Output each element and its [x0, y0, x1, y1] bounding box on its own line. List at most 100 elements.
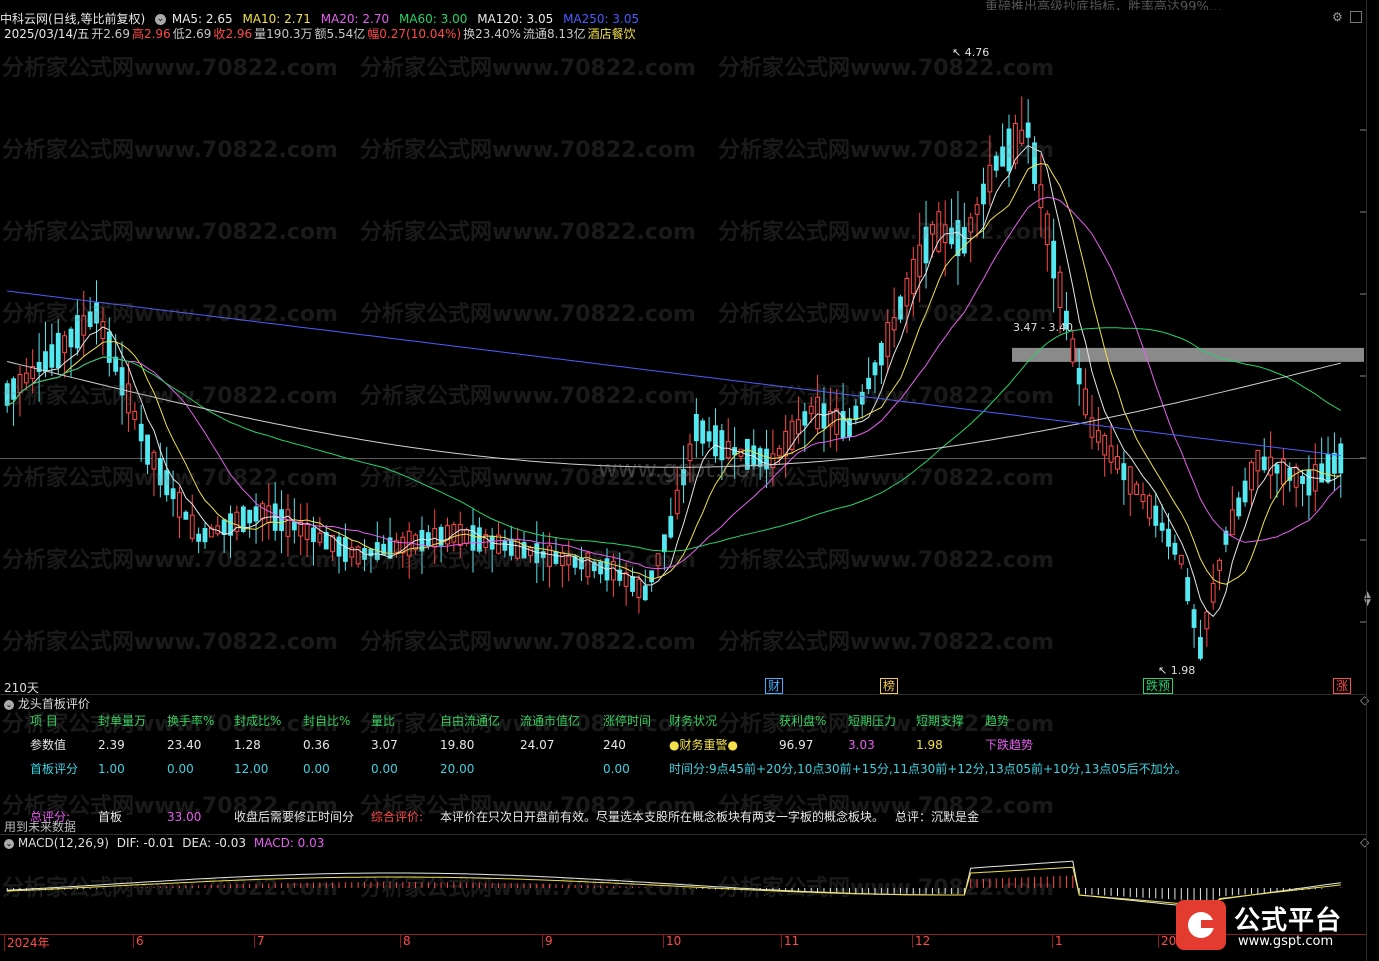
- change-label: 幅: [367, 27, 380, 41]
- macd-title: MACD(12,26,9): [17, 836, 109, 850]
- open-value: 2.69: [103, 27, 130, 41]
- high-label: 高: [131, 27, 144, 41]
- indicator-total-row: 总评分: 首板 33.00 收盘后需要修正时间分 综合评价: 本评价在只次日开盘…: [0, 808, 1366, 826]
- time-axis-label: 2024年: [4, 934, 50, 951]
- ma120-label: MA120: 3.05: [477, 12, 554, 26]
- score-label: 首板评分: [30, 762, 79, 776]
- candle: [1204, 610, 1210, 647]
- candle: [1210, 563, 1216, 610]
- indicator-header-cell: 流通市值亿: [520, 714, 581, 728]
- turnover-value: 23.40%: [475, 27, 521, 41]
- values-label: 参数值: [30, 738, 67, 752]
- right-axis: [1366, 0, 1367, 961]
- candle: [668, 497, 674, 540]
- turnover-label: 换: [463, 27, 476, 41]
- candle: [1255, 449, 1261, 488]
- watermark-text: 分析家公式网www.70822.com: [718, 138, 1054, 163]
- candle: [349, 539, 355, 567]
- indicator-header-cell: 财务状况: [669, 714, 718, 728]
- indicator-value-cell: 19.80: [440, 738, 475, 752]
- candle: [725, 418, 731, 461]
- indicator-value-cell: 2.39: [98, 738, 125, 752]
- indicator-value-cell: 0.36: [303, 738, 330, 752]
- candle: [138, 404, 144, 462]
- dropdown-icon[interactable]: ⌄: [155, 14, 167, 25]
- candle: [1172, 534, 1178, 561]
- candle: [1319, 437, 1325, 483]
- indicator-score-cell: 1.00: [98, 762, 125, 776]
- indicator-score-cell: 0.00: [303, 762, 330, 776]
- watermark-text: 分析家公式网www.70822.com: [360, 630, 696, 655]
- candle: [1089, 395, 1095, 450]
- candle: [1306, 455, 1312, 520]
- indicator-value-cell: 3.03: [848, 738, 875, 752]
- event-tag-list[interactable]: 榜: [880, 678, 899, 694]
- watermark-text: 分析家公式网www.70822.com: [2, 220, 338, 245]
- candle: [1191, 604, 1197, 648]
- candle: [1242, 467, 1248, 507]
- header-line-2: 2025/03/14/五 开2.69 高2.96 低2.69 收2.96 量190.3万额…: [4, 26, 1379, 42]
- candle: [1338, 437, 1344, 498]
- candle: [1293, 463, 1299, 508]
- watermark-text: 分析家公式网www.70822.com: [2, 384, 338, 409]
- logo-brand: 公式平台: [1234, 906, 1343, 936]
- macd-header: ⌄ MACD(12,26,9) DIF: -0.01 DEA: -0.03 MA…: [4, 836, 324, 850]
- vol-label: 量: [254, 27, 267, 41]
- event-tag-rise[interactable]: 涨: [1333, 678, 1352, 694]
- indicator-value-cell: 240: [603, 738, 626, 752]
- candle: [68, 326, 74, 377]
- event-tag-drop[interactable]: 跌预: [1143, 678, 1174, 694]
- indicator-score-cell: 12.00: [234, 762, 269, 776]
- watermark-text: 分析家公式网www.70822.com: [718, 384, 1054, 409]
- macd-chart[interactable]: [0, 850, 1366, 934]
- change-value: 0.27(10.04%): [379, 27, 462, 41]
- ma20-label: MA20: 2.70: [320, 12, 390, 26]
- panel-divider: [0, 694, 1366, 695]
- candle: [1236, 491, 1242, 520]
- macd-dropdown-icon[interactable]: ⌄: [4, 838, 14, 849]
- indicator-header-cell: 项 目: [30, 714, 58, 728]
- candle: [234, 505, 240, 541]
- time-note: 时间分:9点45前+20分,10点30前+15分,11点30前+12分,13点0…: [669, 762, 1187, 776]
- logo-url: www.gspt.com: [1238, 934, 1334, 949]
- watermark-text: 分析家公式网www.70822.com: [2, 138, 338, 163]
- indicator-value-row: 参数值 2.39 23.40 1.28 0.36 3.07 19.80 24.07 240 ●财务…: [0, 736, 1366, 754]
- candle: [1127, 465, 1133, 517]
- time-axis-label: 12: [912, 934, 930, 948]
- future-note: 用到未来数据: [4, 820, 77, 834]
- watermark-text: 分析家公式网www.70822.com: [2, 630, 338, 655]
- watermark-text: 分析家公式网www.70822.com: [718, 630, 1054, 655]
- candle: [1229, 486, 1235, 536]
- candle: [700, 418, 706, 456]
- indicator-header-cell: 自由流通亿: [440, 714, 501, 728]
- indicator-header-cell: 短期压力: [848, 714, 897, 728]
- total-type: 首板: [98, 810, 123, 824]
- settings-icon[interactable]: ⚙: [1332, 10, 1343, 24]
- indicator-dropdown-icon[interactable]: ⌄: [4, 699, 14, 710]
- watermark-text: 分析家公式网www.70822.com: [2, 302, 338, 327]
- watermark-text: 分析家公式网www.70822.com: [718, 302, 1054, 327]
- time-axis-label: 9: [542, 934, 553, 948]
- ma250-label: MA250: 3.05: [563, 12, 640, 26]
- watermark-text: 分析家公式网www.70822.com: [360, 220, 696, 245]
- watermark-text: 分析家公式网www.70822.com: [360, 56, 696, 81]
- candle: [1115, 444, 1120, 474]
- candle: [1249, 459, 1254, 507]
- watermark-text: 分析家公式网www.70822.com: [360, 548, 696, 573]
- diamond-icon[interactable]: ◇: [1360, 693, 1369, 707]
- candle: [1300, 469, 1305, 507]
- candle: [1198, 619, 1203, 661]
- event-tag-finance[interactable]: 财: [765, 678, 784, 694]
- indicator-score-cell: 0.00: [167, 762, 194, 776]
- macd-dif: DIF: -0.01: [116, 836, 175, 850]
- macd-dea: DEA: -0.03: [182, 836, 247, 850]
- watermark-text: 分析家公式网www.70822.com: [718, 548, 1054, 573]
- time-axis-label: 10: [663, 934, 681, 948]
- candle: [1083, 368, 1088, 419]
- maximize-icon[interactable]: [1350, 9, 1362, 23]
- diamond-icon[interactable]: ◇: [1360, 835, 1369, 849]
- total-score: 33.00: [167, 810, 202, 824]
- top-banner[interactable]: 重磅推出高级抄底指标，胜率高达99%…: [985, 0, 1275, 10]
- watermark-text: 分析家公式网www.70822.com: [360, 384, 696, 409]
- candle: [642, 569, 648, 602]
